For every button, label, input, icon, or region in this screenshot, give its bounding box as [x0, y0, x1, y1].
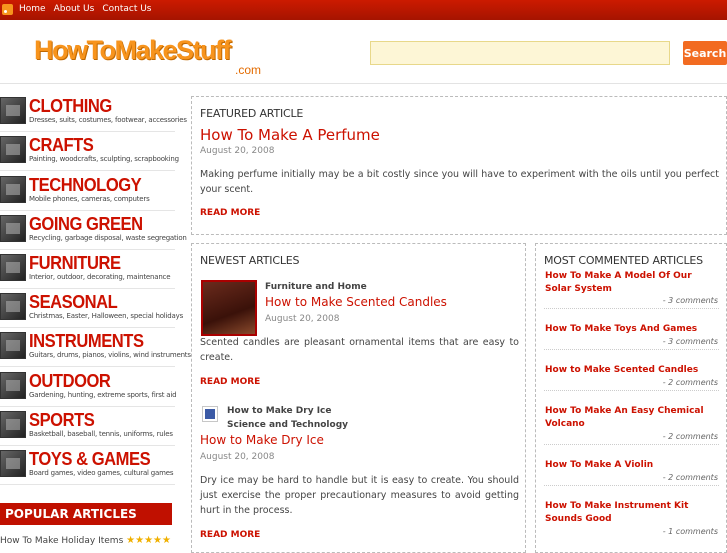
divider: [544, 390, 719, 391]
most-commented-title[interactable]: How To Make A Violin: [545, 459, 720, 472]
nav-contact-us[interactable]: Contact Us: [102, 4, 151, 14]
category-title[interactable]: TECHNOLOGY: [29, 175, 142, 196]
comment-count: - 1 comments: [662, 527, 718, 536]
category-sports[interactable]: SPORTS Basketball, baseball, tennis, uni…: [0, 409, 175, 446]
category-subtitle: Interior, outdoor, decorating, maintenan…: [29, 273, 171, 281]
popular-article-item[interactable]: How To Make Holiday Items ★★★★★: [0, 535, 171, 546]
nav-home[interactable]: Home: [19, 4, 46, 14]
article-category[interactable]: Furniture and Home: [265, 282, 367, 292]
newest-heading: NEWEST ARTICLES: [200, 254, 300, 267]
dry-ice-thumbnail-image[interactable]: [202, 406, 218, 422]
article-excerpt: Dry ice may be hard to handle but it is …: [200, 475, 519, 516]
comment-count: - 3 comments: [662, 296, 718, 305]
top-nav: Home About Us Contact Us: [19, 4, 151, 14]
category-seasonal[interactable]: SEASONAL Christmas, Easter, Halloween, s…: [0, 291, 183, 328]
category-subtitle: Mobile phones, cameras, computers: [29, 195, 150, 203]
most-commented-title[interactable]: How to Make Scented Candles: [545, 364, 720, 377]
category-toys-games[interactable]: TOYS & GAMES Board games, video games, c…: [0, 448, 175, 485]
article-date: August 20, 2008: [200, 452, 275, 462]
comment-count: - 2 comments: [662, 432, 718, 441]
most-commented-title[interactable]: How To Make An Easy Chemical Volcano: [545, 405, 720, 431]
category-clothing[interactable]: CLOTHING Dresses, suits, costumes, footw…: [0, 95, 187, 132]
clothing-icon: [0, 97, 26, 124]
category-subtitle: Christmas, Easter, Halloween, special ho…: [29, 312, 184, 320]
crafts-icon: [0, 136, 26, 163]
star-rating-icon: ★★★★★: [126, 535, 171, 546]
category-title[interactable]: FURNITURE: [29, 253, 121, 274]
search-button[interactable]: Search: [683, 41, 727, 65]
outdoor-icon: [0, 372, 26, 399]
featured-date: August 20, 2008: [200, 146, 275, 156]
category-title[interactable]: SPORTS: [29, 410, 95, 431]
category-going-green[interactable]: GOING GREEN Recycling, garbage disposal,…: [0, 213, 187, 250]
most-commented-panel: MOST COMMENTED ARTICLES How To Make A Mo…: [535, 243, 727, 553]
most-commented-title[interactable]: How To Make Instrument Kit Sounds Good: [545, 500, 720, 526]
candle-thumbnail-image[interactable]: [201, 280, 257, 336]
comment-count: - 3 comments: [662, 337, 718, 346]
category-title[interactable]: OUTDOOR: [29, 371, 111, 392]
category-title[interactable]: GOING GREEN: [29, 214, 143, 235]
category-outdoor[interactable]: OUTDOOR Gardening, hunting, extreme spor…: [0, 370, 177, 407]
category-crafts[interactable]: CRAFTS Painting, woodcrafts, sculpting, …: [0, 134, 179, 171]
article-title[interactable]: How to Make Scented Candles: [265, 295, 447, 309]
article-read-more-link[interactable]: READ MORE: [200, 530, 260, 540]
article-excerpt: Scented candles are pleasant ornamental …: [200, 337, 519, 363]
toys-icon: [0, 450, 26, 477]
comment-count: - 2 comments: [662, 473, 718, 482]
top-bar: Home About Us Contact Us: [0, 0, 727, 20]
category-subtitle: Dresses, suits, costumes, footwear, acce…: [29, 116, 187, 124]
category-furniture[interactable]: FURNITURE Interior, outdoor, decorating,…: [0, 252, 175, 289]
category-subtitle: Painting, woodcrafts, sculpting, scrapbo…: [29, 155, 179, 163]
featured-read-more-link[interactable]: READ MORE: [200, 208, 260, 218]
article-category[interactable]: How to Make Dry Ice: [227, 406, 332, 416]
most-commented-heading: MOST COMMENTED ARTICLES: [544, 254, 703, 267]
technology-icon: [0, 176, 26, 203]
furniture-icon: [0, 254, 26, 281]
divider: [544, 444, 719, 445]
category-title[interactable]: INSTRUMENTS: [29, 331, 144, 352]
site-logo[interactable]: HowToMakeStuff: [34, 35, 232, 66]
category-subtitle: Board games, video games, cultural games: [29, 469, 174, 477]
rss-icon[interactable]: [2, 4, 13, 15]
seasonal-icon: [0, 293, 26, 320]
divider: [544, 349, 719, 350]
category-title[interactable]: SEASONAL: [29, 292, 118, 313]
category-subtitle: Gardening, hunting, extreme sports, firs…: [29, 391, 177, 399]
search-input[interactable]: [370, 41, 670, 65]
article-date: August 20, 2008: [265, 314, 340, 324]
divider: [544, 485, 719, 486]
category-title[interactable]: CLOTHING: [29, 96, 112, 117]
featured-article-panel: FEATURED ARTICLE How To Make A Perfume A…: [191, 96, 727, 235]
category-title[interactable]: TOYS & GAMES: [29, 449, 151, 470]
popular-articles-heading: POPULAR ARTICLES: [0, 503, 172, 525]
sports-icon: [0, 411, 26, 438]
most-commented-title[interactable]: How To Make Toys And Games: [545, 323, 720, 336]
category-instruments[interactable]: INSTRUMENTS Guitars, drums, pianos, viol…: [0, 330, 191, 367]
featured-title[interactable]: How To Make A Perfume: [200, 126, 380, 144]
comment-count: - 2 comments: [662, 378, 718, 387]
site-logo-suffix: .com: [235, 63, 262, 77]
article-read-more-link[interactable]: READ MORE: [200, 377, 260, 387]
newest-articles-panel: NEWEST ARTICLES Furniture and Home How t…: [191, 243, 526, 553]
nav-about-us[interactable]: About Us: [54, 4, 95, 14]
site-header: HowToMakeStuff .com: [0, 20, 727, 84]
category-subtitle: Guitars, drums, pianos, violins, wind in…: [29, 351, 191, 359]
featured-heading: FEATURED ARTICLE: [200, 107, 304, 120]
divider: [544, 308, 719, 309]
article-title[interactable]: How to Make Dry Ice: [200, 433, 324, 447]
category-subtitle: Basketball, baseball, tennis, uniforms, …: [29, 430, 173, 438]
instruments-icon: [0, 332, 26, 359]
recycle-icon: [0, 215, 26, 242]
category-subtitle: Recycling, garbage disposal, waste segre…: [29, 234, 187, 242]
most-commented-title[interactable]: How To Make A Model Of Our Solar System: [545, 270, 720, 296]
article-category[interactable]: Science and Technology: [227, 420, 348, 430]
category-technology[interactable]: TECHNOLOGY Mobile phones, cameras, compu…: [0, 174, 175, 211]
category-title[interactable]: CRAFTS: [29, 135, 94, 156]
featured-excerpt: Making perfume initially may be a bit co…: [200, 169, 719, 195]
